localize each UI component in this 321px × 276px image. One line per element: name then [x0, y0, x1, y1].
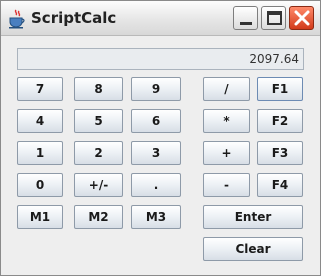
- key-m2[interactable]: M2: [74, 205, 123, 229]
- key-5[interactable]: 5: [74, 109, 123, 133]
- key-8[interactable]: 8: [74, 77, 123, 101]
- key-m3[interactable]: M3: [131, 205, 181, 229]
- key-f2[interactable]: F2: [257, 109, 303, 133]
- java-coffee-cup-icon: [8, 9, 26, 29]
- calculator-window: ScriptCalc 2097.64 7 8 9 4 5 6 1 2 3 0 +…: [0, 0, 321, 276]
- minimize-icon: [240, 22, 252, 25]
- key-3[interactable]: 3: [131, 141, 181, 165]
- key-divide[interactable]: /: [203, 77, 250, 101]
- key-add[interactable]: +: [203, 141, 250, 165]
- clear-button[interactable]: Clear: [203, 237, 303, 261]
- key-f1[interactable]: F1: [257, 77, 303, 101]
- key-f3[interactable]: F3: [257, 141, 303, 165]
- maximize-button[interactable]: [261, 6, 286, 30]
- enter-button[interactable]: Enter: [203, 205, 303, 229]
- key-0[interactable]: 0: [17, 173, 63, 197]
- key-plus-minus[interactable]: +/-: [74, 173, 123, 197]
- key-m1[interactable]: M1: [17, 205, 63, 229]
- key-multiply[interactable]: *: [203, 109, 250, 133]
- result-display: 2097.64: [17, 48, 304, 70]
- key-subtract[interactable]: -: [203, 173, 250, 197]
- key-2[interactable]: 2: [74, 141, 123, 165]
- close-icon: [294, 10, 310, 26]
- title-bar[interactable]: ScriptCalc: [1, 1, 320, 36]
- key-f4[interactable]: F4: [257, 173, 303, 197]
- key-decimal[interactable]: .: [131, 173, 181, 197]
- minimize-button[interactable]: [233, 6, 258, 30]
- key-1[interactable]: 1: [17, 141, 63, 165]
- maximize-icon: [267, 11, 282, 25]
- key-7[interactable]: 7: [17, 77, 63, 101]
- key-6[interactable]: 6: [131, 109, 181, 133]
- close-button[interactable]: [289, 6, 314, 30]
- window-title: ScriptCalc: [31, 9, 117, 27]
- key-9[interactable]: 9: [131, 77, 181, 101]
- key-4[interactable]: 4: [17, 109, 63, 133]
